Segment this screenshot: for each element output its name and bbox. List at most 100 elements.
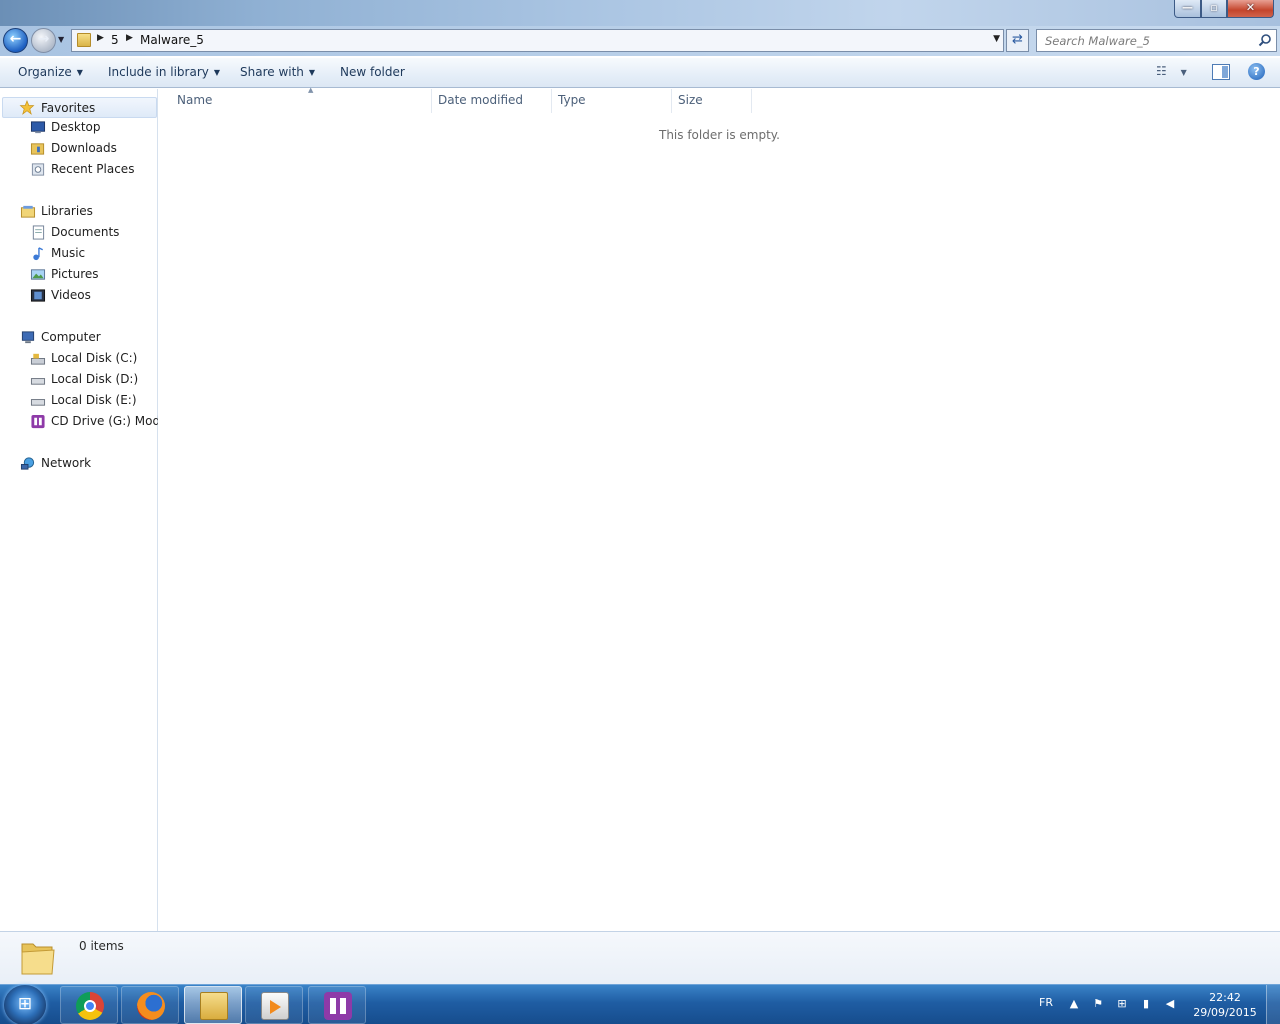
breadcrumb-chevron-icon[interactable]: ▶ — [97, 33, 104, 43]
taskbar-app-media-player[interactable] — [245, 986, 303, 1024]
breadcrumb-item-5[interactable]: 5 — [111, 33, 119, 47]
close-button[interactable]: ✕ — [1227, 0, 1274, 18]
include-in-library-button[interactable]: Include in library ▼ — [108, 65, 220, 79]
play-icon — [270, 1000, 281, 1014]
videos-icon — [30, 289, 46, 302]
nav-desktop-label: Desktop — [51, 120, 101, 134]
organize-label: Organize — [18, 65, 72, 79]
music-icon — [33, 247, 44, 261]
search-icon[interactable] — [1258, 33, 1272, 47]
nav-music[interactable]: Music — [30, 244, 158, 264]
cd-drive-app-icon — [324, 992, 352, 1020]
nav-cd-drive-g-label: CD Drive (G:) Moder — [51, 414, 158, 428]
column-header-name[interactable]: Name ▲ — [171, 86, 432, 113]
caret-down-icon: ▼ — [308, 68, 316, 77]
address-bar[interactable]: ▶ 5 ▶ Malware_5 ▼ — [71, 29, 1004, 52]
start-button[interactable]: ⊞ — [4, 985, 46, 1024]
maximize-icon: ▫ — [1210, 1, 1218, 14]
details-pane: 0 items — [0, 931, 1280, 984]
nav-local-disk-e-label: Local Disk (E:) — [51, 393, 137, 407]
empty-folder-message: This folder is empty. — [659, 128, 780, 142]
breadcrumb-chevron-icon[interactable]: ▶ — [126, 33, 133, 43]
breadcrumb-item-malware-5[interactable]: Malware_5 — [140, 33, 204, 47]
address-row: ← → ▼ ▶ 5 ▶ Malware_5 ▼ ⇄ — [0, 26, 1280, 56]
change-view-button[interactable]: ☷ ▼ — [1156, 64, 1194, 82]
caret-down-icon: ▼ — [1180, 68, 1187, 77]
minimize-button[interactable]: — — [1174, 0, 1201, 18]
computer-icon — [21, 331, 35, 344]
forward-arrow-icon: → — [37, 31, 50, 47]
nav-recent-places[interactable]: Recent Places — [30, 160, 158, 180]
column-header-date-modified[interactable]: Date modified — [432, 89, 552, 113]
preview-pane-button[interactable] — [1212, 64, 1230, 80]
column-header-name-label: Name — [177, 93, 213, 107]
nav-pictures[interactable]: Pictures — [30, 265, 158, 285]
show-hidden-icons-arrow[interactable]: ▲ — [1066, 997, 1082, 1013]
nav-computer-label: Computer — [41, 330, 101, 344]
nav-videos-label: Videos — [51, 288, 91, 302]
include-in-library-label: Include in library — [108, 65, 209, 79]
clock-date: 29/09/2015 — [1193, 1006, 1257, 1019]
nav-favorites-label: Favorites — [41, 101, 96, 115]
minimize-icon: — — [1182, 1, 1193, 14]
new-folder-button[interactable]: New folder — [340, 65, 405, 79]
nav-desktop[interactable]: Desktop — [30, 118, 158, 138]
show-desktop-button[interactable] — [1266, 985, 1280, 1024]
nav-cd-drive-g[interactable]: CD Drive (G:) Moder — [30, 412, 158, 432]
nav-local-disk-d[interactable]: Local Disk (D:) — [30, 370, 158, 390]
network-signal-icon[interactable]: ▮ — [1138, 997, 1154, 1013]
recent-pages-dropdown-icon[interactable]: ▼ — [58, 35, 68, 47]
clock[interactable]: 22:42 29/09/2015 — [1190, 990, 1260, 1020]
cd-drive-icon — [31, 414, 45, 429]
recent-places-icon — [31, 163, 45, 176]
nav-videos[interactable]: Videos — [30, 286, 158, 306]
desktop-icon — [30, 121, 46, 134]
nav-local-disk-e[interactable]: Local Disk (E:) — [30, 391, 158, 411]
chrome-center-icon — [84, 1000, 96, 1012]
nav-local-disk-c[interactable]: Local Disk (C:) — [30, 349, 158, 369]
taskbar-app-explorer[interactable] — [184, 986, 242, 1024]
pictures-icon — [30, 269, 46, 280]
share-with-button[interactable]: Share with ▼ — [240, 65, 315, 79]
action-center-flag-icon[interactable]: ⚑ — [1090, 997, 1106, 1013]
column-header-type[interactable]: Type — [552, 89, 672, 113]
bar-icon — [340, 998, 346, 1014]
taskbar-app-cd-drive[interactable] — [308, 986, 366, 1024]
maximize-button[interactable]: ▫ — [1201, 0, 1227, 18]
language-indicator[interactable]: FR — [1039, 996, 1053, 1009]
navigation-pane: Favorites Desktop Downloads Recent Place… — [0, 89, 158, 931]
nav-network-label: Network — [41, 456, 92, 470]
help-button[interactable]: ? — [1248, 63, 1265, 80]
bar-icon — [330, 998, 336, 1014]
search-box[interactable] — [1036, 29, 1277, 52]
address-dropdown-icon[interactable]: ▼ — [993, 34, 1000, 44]
taskbar-app-firefox[interactable] — [121, 986, 179, 1024]
nav-computer[interactable]: Computer — [20, 328, 158, 348]
refresh-button[interactable]: ⇄ — [1006, 29, 1029, 52]
column-header-size[interactable]: Size — [672, 89, 752, 113]
nav-downloads[interactable]: Downloads — [30, 139, 158, 159]
taskbar-app-chrome[interactable] — [60, 986, 118, 1024]
command-bar: Organize ▼ Include in library ▼ Share with… — [0, 57, 1280, 88]
star-icon — [19, 100, 35, 115]
nav-documents-label: Documents — [51, 225, 120, 239]
network-icon — [20, 457, 35, 470]
nav-network[interactable]: Network — [20, 454, 158, 474]
search-input[interactable] — [1037, 30, 1257, 51]
organize-button[interactable]: Organize ▼ — [18, 65, 83, 79]
nav-libraries[interactable]: Libraries — [20, 202, 158, 222]
file-list[interactable]: Name ▲ Date modified Type Size This fold… — [159, 86, 1280, 931]
title-bar: — ▫ ✕ — [0, 0, 1280, 26]
nav-pictures-label: Pictures — [51, 267, 99, 281]
firefox-icon — [137, 992, 165, 1020]
back-button[interactable]: ← — [3, 28, 28, 53]
forward-button[interactable]: → — [31, 28, 56, 53]
windows-icon[interactable]: ⊞ — [1114, 997, 1130, 1013]
close-icon: ✕ — [1245, 1, 1256, 14]
nav-favorites[interactable]: Favorites — [2, 97, 157, 118]
nav-music-label: Music — [51, 246, 86, 260]
nav-recent-places-label: Recent Places — [51, 162, 135, 176]
nav-documents[interactable]: Documents — [30, 223, 158, 243]
volume-icon[interactable]: ◀ — [1162, 997, 1178, 1013]
sort-ascending-icon: ▲ — [308, 86, 314, 94]
